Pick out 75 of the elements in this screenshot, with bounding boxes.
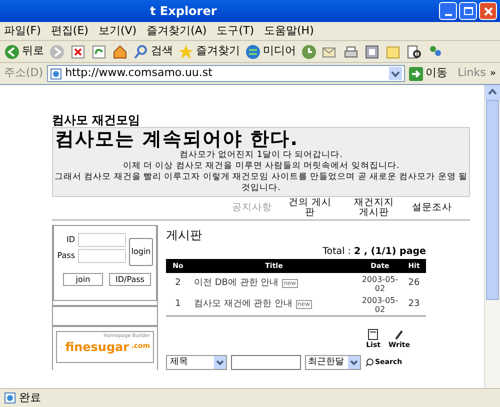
house-icon <box>112 44 128 60</box>
nav-link[interactable]: 재건지지 게시판 <box>348 198 400 218</box>
go-button[interactable]: 이동 <box>408 65 448 82</box>
history-button[interactable] <box>301 44 317 60</box>
banner-logo-text: finesugar <box>65 340 130 352</box>
list-icon <box>368 329 378 340</box>
address-field[interactable]: http://www.comsamo.uu.st <box>47 65 405 82</box>
password-label: Pass <box>57 250 75 262</box>
magnifier-document-icon <box>406 44 422 60</box>
minimize-button[interactable] <box>439 2 457 20</box>
login-button[interactable]: login <box>129 238 153 266</box>
menu-item[interactable]: 편집(E) <box>50 22 88 40</box>
table-cell-text: 2003-05-02 <box>360 274 400 293</box>
period-select[interactable]: 최근한달 <box>305 354 361 370</box>
page-icon <box>50 68 62 80</box>
status-text: 완료 <box>19 390 41 406</box>
nav-link[interactable]: 건의 게시판 <box>284 198 336 218</box>
search-field-select[interactable]: 제목 <box>166 354 227 370</box>
table-cell-text: 26 <box>407 277 421 290</box>
search-icon <box>365 358 374 367</box>
favorites-button[interactable]: 즐겨찾기 <box>178 43 240 60</box>
stop-button[interactable] <box>70 44 86 60</box>
back-button[interactable]: 뒤로 <box>4 43 44 60</box>
page-heading: 컴사모는 계속되어야 한다. <box>54 128 300 150</box>
search-button[interactable]: 검색 <box>133 43 173 60</box>
printer-icon <box>343 44 359 60</box>
table-cell-text: 1 <box>174 298 182 311</box>
search-input[interactable] <box>231 354 301 370</box>
globe-icon <box>245 44 261 60</box>
post-title-link[interactable]: 이전 DB에 관한 안내 <box>194 277 279 290</box>
post-title-link[interactable]: 컴사모 재건에 관한 안내 <box>194 298 293 312</box>
refresh-button[interactable] <box>91 44 107 60</box>
nav-link[interactable]: 설문조사 <box>412 203 452 213</box>
more-links-button[interactable]: » <box>490 66 496 81</box>
edit-icon <box>364 44 380 60</box>
find-id-password-button[interactable]: ID/Pass <box>109 273 151 286</box>
menu-item[interactable]: 보기(V) <box>98 22 137 40</box>
note-icon <box>385 44 401 60</box>
go-arrow-icon <box>408 66 423 80</box>
menu-item[interactable]: 파일(F) <box>4 22 41 40</box>
research-button[interactable] <box>406 44 422 60</box>
table-cell-text: 23 <box>407 298 421 311</box>
intro-text: 그래서 컴사모 재건을 빨리 이루고자 이렇게 재건모임 사이트를 만들었으며 곧 새로운 컴사모가 운영 될 것입니다. <box>53 172 469 194</box>
stop-icon <box>70 44 86 60</box>
menu-item[interactable]: 도구(T) <box>216 22 254 40</box>
site-title: 컴사모 재건모임 <box>52 113 142 127</box>
maximize-button[interactable] <box>459 2 477 20</box>
scroll-thumb[interactable] <box>486 100 499 300</box>
table-cell-text: 2 <box>174 277 182 290</box>
menu-item[interactable]: 도움말(H) <box>264 22 314 40</box>
window-title: t Explorer <box>150 3 217 20</box>
refresh-icon <box>91 44 107 60</box>
join-button[interactable]: join <box>63 273 103 286</box>
close-icon <box>484 6 492 16</box>
total-count: Total : 2 , (1/1) page <box>322 245 426 259</box>
address-label: 주소(D) <box>4 65 44 82</box>
edit-button[interactable] <box>364 44 380 60</box>
password-field[interactable] <box>78 249 126 263</box>
table-cell-text: 2003-05-02 <box>360 296 400 314</box>
print-button[interactable] <box>343 44 359 60</box>
page-icon <box>4 392 16 404</box>
vertical-scrollbar[interactable] <box>484 85 500 388</box>
menu-item[interactable]: 즐겨찾기(A) <box>146 22 207 40</box>
media-button[interactable]: 미디어 <box>245 43 296 60</box>
id-label: ID <box>65 234 75 246</box>
pencil-icon <box>394 329 404 340</box>
board-title: 게시판 <box>166 227 203 243</box>
id-field[interactable] <box>78 233 126 247</box>
clock-icon <box>301 44 317 60</box>
intro-text: 이제 더 이상 컴사모 재건을 미루면 사람들의 머릿속에서 잊혀집니다. <box>122 161 400 172</box>
home-button[interactable] <box>112 44 128 60</box>
close-button[interactable] <box>479 2 497 20</box>
intro-text: 컴사모가 없어진지 1달이 다 되어갑니다. <box>178 150 344 161</box>
star-icon <box>178 44 194 60</box>
search-icon <box>133 44 149 60</box>
